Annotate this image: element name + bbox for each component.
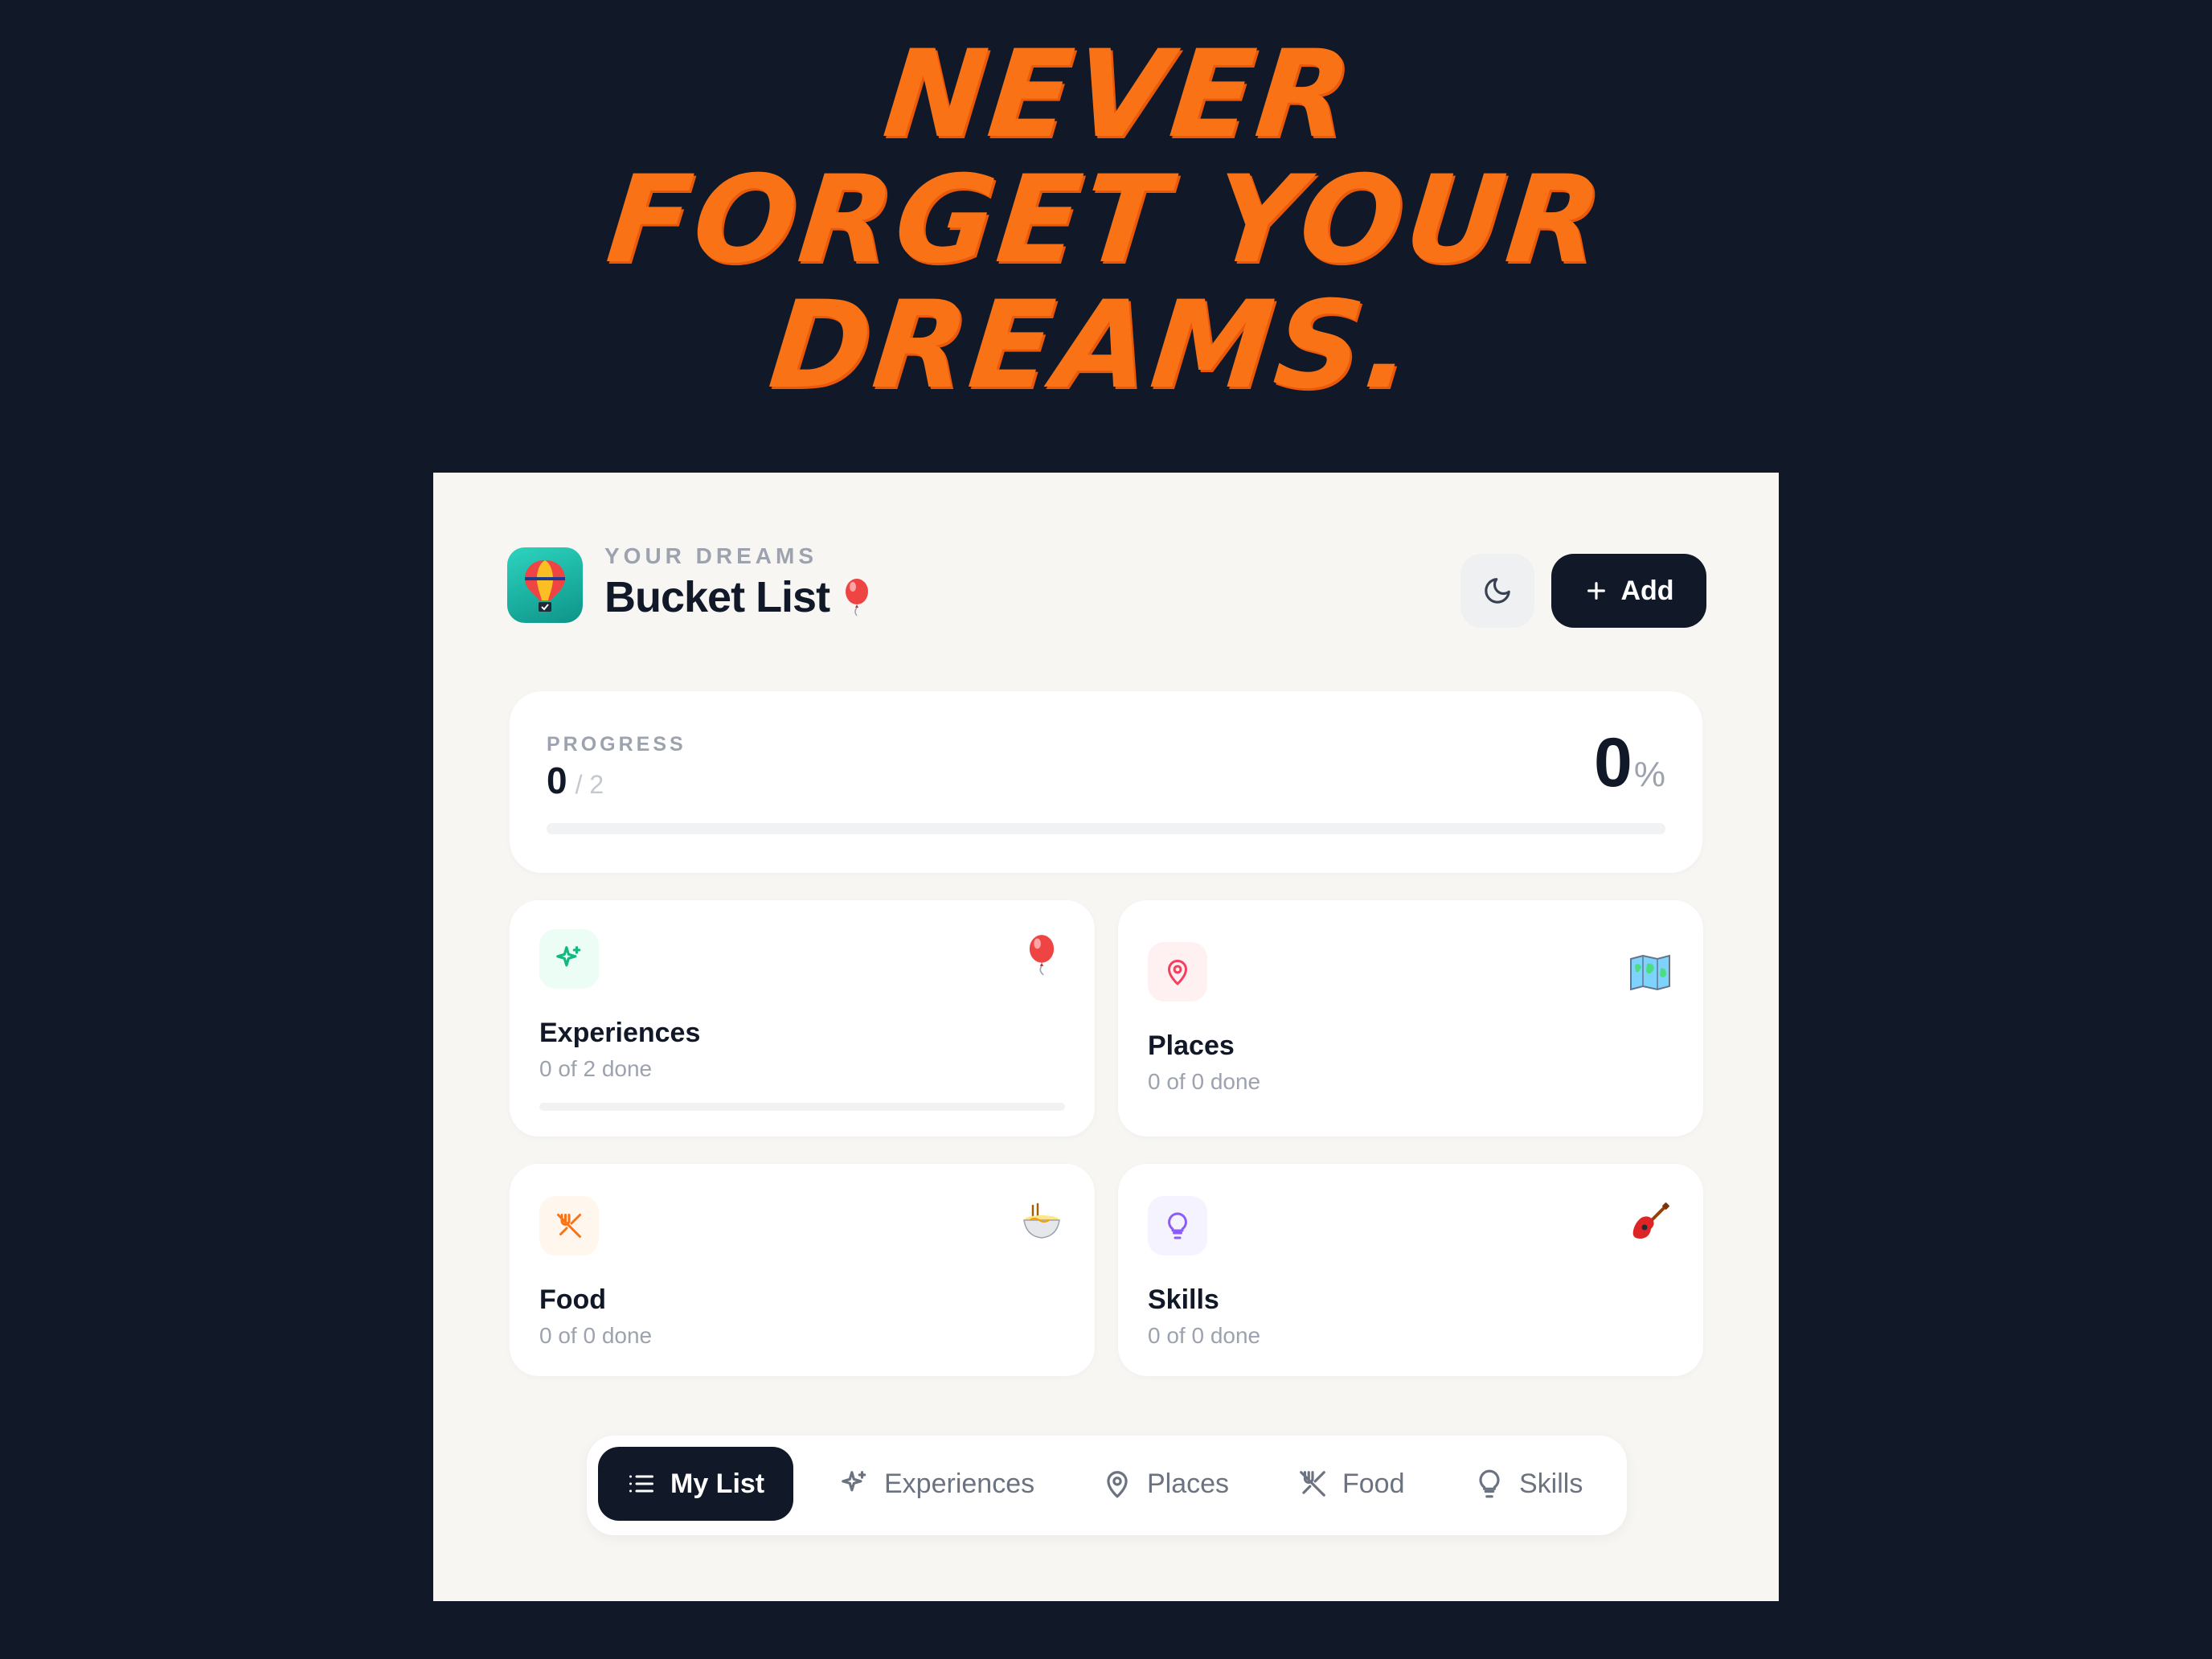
lightbulb-icon xyxy=(1479,1469,1500,1498)
nav-item-label: Skills xyxy=(1519,1468,1583,1499)
guitar-emoji-icon xyxy=(1628,1199,1673,1244)
progress-total-count: / 2 xyxy=(575,770,604,799)
moon-icon xyxy=(1485,578,1510,604)
category-name: Food xyxy=(539,1284,607,1315)
category-progress-text: 0 of 2 done xyxy=(539,1056,653,1081)
progress-count: 0 / 2 xyxy=(547,759,604,802)
lightbulb-icon xyxy=(1148,1196,1207,1256)
utensils-icon xyxy=(1300,1471,1325,1497)
category-name: Skills xyxy=(1148,1284,1219,1315)
headline-line-2: Forget your xyxy=(600,150,1611,290)
app-screen: YOUR DREAMS Bucket List Add PROGRESS 0 /… xyxy=(433,473,1779,1601)
add-button-label: Add xyxy=(1620,575,1674,606)
theme-toggle-button[interactable] xyxy=(1460,554,1534,628)
balloon-emoji-icon xyxy=(1019,932,1064,977)
category-card-experiences[interactable]: Experiences 0 of 2 done xyxy=(510,900,1095,1137)
bottom-nav: My List Experiences Places Food Skills xyxy=(587,1436,1627,1535)
header-eyebrow: YOUR DREAMS xyxy=(604,543,818,568)
headline-line-1: Never xyxy=(878,25,1361,165)
category-progress-bar xyxy=(539,1103,1065,1111)
category-card-skills[interactable]: Skills 0 of 0 done xyxy=(1118,1164,1703,1376)
hot-air-balloon-logo-icon xyxy=(507,547,583,623)
category-name: Places xyxy=(1148,1030,1235,1061)
list-icon xyxy=(629,1475,653,1493)
category-card-food[interactable]: Food 0 of 0 done xyxy=(510,1164,1095,1376)
nav-item-label: Food xyxy=(1342,1468,1405,1499)
category-card-places[interactable]: Places 0 of 0 done xyxy=(1118,900,1703,1137)
category-progress-text: 0 of 0 done xyxy=(539,1323,653,1348)
sparkles-icon xyxy=(539,929,599,989)
map-pin-icon xyxy=(1107,1471,1128,1498)
balloon-icon xyxy=(846,579,869,616)
utensils-icon xyxy=(539,1196,599,1256)
progress-card: PROGRESS 0 / 2 0 % xyxy=(510,691,1702,873)
category-name: Experiences xyxy=(539,1018,701,1048)
nav-item-my-list[interactable]: My List xyxy=(598,1447,794,1521)
nav-item-skills[interactable]: Skills xyxy=(1445,1447,1612,1521)
nav-item-label: My List xyxy=(670,1468,765,1499)
page-title-text: Bucket List xyxy=(604,573,830,621)
nav-item-food[interactable]: Food xyxy=(1268,1447,1434,1521)
hero-headline: Never Forget your Dreams. xyxy=(0,25,2212,416)
progress-label: PROGRESS xyxy=(547,733,686,756)
world-map-emoji-icon xyxy=(1628,950,1673,995)
category-progress-text: 0 of 0 done xyxy=(1148,1323,1261,1348)
plus-icon xyxy=(1587,582,1606,600)
add-button[interactable]: Add xyxy=(1551,554,1706,628)
progress-percent: 0 % xyxy=(1594,723,1665,803)
nav-item-label: Places xyxy=(1147,1468,1230,1499)
progress-percent-value: 0 xyxy=(1594,724,1632,801)
sparkles-icon xyxy=(842,1471,866,1492)
map-pin-icon xyxy=(1148,942,1207,1002)
nav-item-experiences[interactable]: Experiences xyxy=(810,1447,1063,1521)
page-title: Bucket List xyxy=(604,572,873,622)
progress-bar xyxy=(547,823,1665,834)
progress-done-count: 0 xyxy=(547,760,567,801)
category-progress-text: 0 of 0 done xyxy=(1148,1069,1261,1094)
noodle-bowl-emoji-icon xyxy=(1019,1199,1064,1244)
progress-percent-sign: % xyxy=(1633,755,1665,794)
nav-item-places[interactable]: Places xyxy=(1073,1447,1258,1521)
nav-item-label: Experiences xyxy=(884,1468,1035,1499)
headline-line-3: Dreams. xyxy=(764,276,1423,416)
